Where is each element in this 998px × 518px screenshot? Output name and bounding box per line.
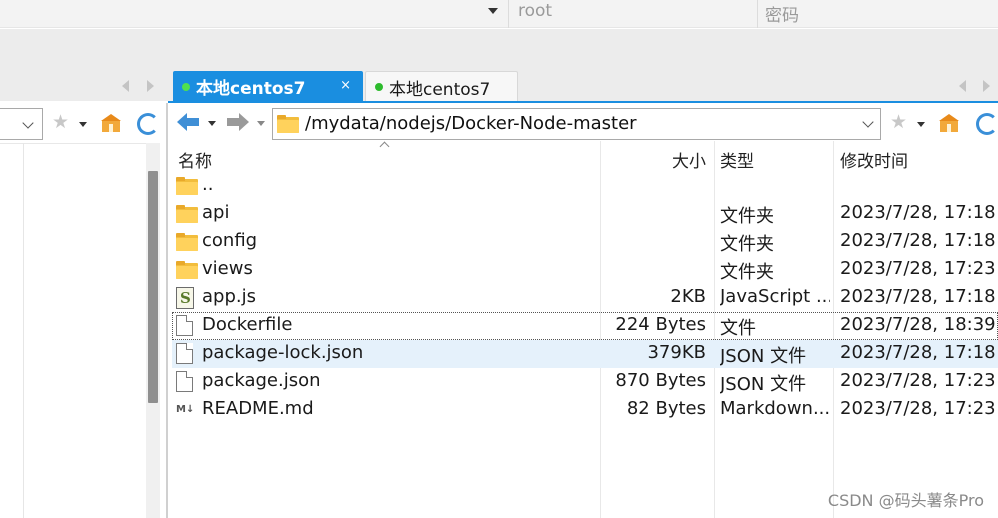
markdown-file-icon: M↓: [176, 404, 195, 415]
column-header-modified[interactable]: 修改时间: [840, 147, 908, 172]
bookmark-star-icon[interactable]: ★: [52, 113, 69, 132]
tab-scroll-right-icon[interactable]: [983, 80, 990, 92]
bookmark-dropdown-icon[interactable]: [917, 122, 925, 127]
file-size: 379KB: [647, 342, 706, 363]
remote-path-input[interactable]: /mydata/nodejs/Docker-Node-master: [305, 113, 637, 134]
column-header-name[interactable]: 名称: [178, 147, 212, 172]
file-modified: 2023/7/28, 17:18: [840, 230, 996, 251]
file-type: JSON 文件: [720, 374, 807, 395]
file-name: package-lock.json: [202, 342, 364, 363]
home-folder-icon[interactable]: [939, 114, 959, 132]
file-size: 870 Bytes: [615, 370, 706, 391]
remote-path-combo[interactable]: /mydata/nodejs/Docker-Node-master: [272, 108, 881, 140]
username-field[interactable]: root: [518, 1, 552, 21]
file-icon: [176, 343, 193, 364]
file-name: README.md: [202, 398, 314, 419]
file-name: app.js: [202, 286, 256, 307]
forward-history-dropdown-icon[interactable]: [257, 121, 265, 126]
file-icon: [176, 371, 193, 392]
refresh-icon[interactable]: [137, 113, 159, 135]
file-name: package.json: [202, 370, 321, 391]
tab-label: 本地centos7: [196, 79, 306, 99]
tab-session-1[interactable]: 本地centos7 ×: [173, 71, 363, 102]
folder-icon: [176, 205, 198, 223]
file-row-parent[interactable]: ..: [172, 172, 998, 200]
file-type: 文件: [720, 318, 756, 339]
forward-arrow-icon[interactable]: [227, 113, 249, 131]
file-row-config[interactable]: config 文件夹 2023/7/28, 17:18: [172, 228, 998, 256]
folder-icon: [176, 177, 198, 195]
file-modified: 2023/7/28, 17:23: [840, 370, 996, 391]
tab-session-2[interactable]: 本地centos7: [365, 71, 518, 102]
file-size: 82 Bytes: [626, 398, 706, 419]
file-name: config: [202, 230, 258, 251]
file-type: Markdown...: [720, 398, 830, 419]
connected-status-icon: [182, 82, 190, 91]
file-type: JSON 文件: [720, 346, 807, 367]
bookmark-star-icon[interactable]: ★: [890, 113, 907, 132]
file-type: 文件夹: [720, 206, 774, 227]
sort-ascending-icon: [379, 141, 390, 152]
file-type: 文件夹: [720, 234, 774, 255]
tab-label: 本地centos7: [389, 79, 491, 100]
file-name: ..: [202, 174, 214, 195]
local-pane: ★: [0, 103, 166, 518]
tab-underline: [168, 101, 998, 103]
file-row-api[interactable]: api 文件夹 2023/7/28, 17:18: [172, 200, 998, 228]
file-row-package-json[interactable]: package.json 870 Bytes JSON 文件 2023/7/28…: [172, 368, 998, 396]
file-modified: 2023/7/28, 18:39: [840, 314, 996, 335]
javascript-file-icon: S: [176, 287, 194, 309]
file-size: 224 Bytes: [615, 314, 706, 335]
chevron-down-icon[interactable]: [862, 116, 874, 128]
file-modified: 2023/7/28, 17:18: [840, 342, 996, 363]
host-dropdown-arrow-icon[interactable]: [488, 8, 498, 14]
refresh-icon[interactable]: [976, 113, 998, 135]
back-history-dropdown-icon[interactable]: [208, 121, 216, 126]
file-name: views: [202, 258, 253, 279]
password-field[interactable]: 密码: [765, 1, 799, 26]
connected-status-icon: [375, 83, 383, 91]
file-modified: 2023/7/28, 17:23: [840, 398, 996, 419]
file-type: JavaScript ...: [720, 286, 830, 307]
file-modified: 2023/7/28, 17:18: [840, 202, 996, 223]
divider: [508, 0, 509, 28]
file-row-dockerfile[interactable]: Dockerfile 224 Bytes 文件 2023/7/28, 18:39: [172, 312, 998, 340]
file-type: 文件夹: [720, 262, 774, 283]
file-row-views[interactable]: views 文件夹 2023/7/28, 17:23: [172, 256, 998, 284]
chevron-down-icon[interactable]: [22, 117, 34, 129]
column-header: [0, 143, 146, 144]
file-modified: 2023/7/28, 17:23: [840, 258, 996, 279]
close-tab-icon[interactable]: ×: [340, 78, 351, 93]
left-pane-tab-scroll-right-icon[interactable]: [147, 80, 154, 92]
file-row-package-lock-json[interactable]: package-lock.json 379KB JSON 文件 2023/7/2…: [172, 340, 998, 368]
folder-icon: [277, 115, 299, 133]
back-arrow-icon[interactable]: [177, 113, 199, 131]
bookmark-dropdown-icon[interactable]: [79, 122, 87, 127]
tab-scroll-left-icon[interactable]: [959, 80, 966, 92]
login-bar: root 密码: [0, 0, 998, 28]
file-modified: 2023/7/28, 17:18: [840, 286, 996, 307]
column-header-size[interactable]: 大小: [672, 147, 706, 172]
home-folder-icon[interactable]: [101, 114, 121, 132]
local-path-combo[interactable]: [0, 108, 43, 140]
pane-splitter[interactable]: [166, 103, 168, 518]
file-row-app-js[interactable]: S app.js 2KB JavaScript ... 2023/7/28, 1…: [172, 284, 998, 312]
column-separator: [23, 143, 24, 518]
left-pane-tab-scroll-left-icon[interactable]: [122, 80, 129, 92]
scrollbar-thumb[interactable]: [148, 171, 158, 403]
divider: [757, 0, 758, 28]
column-header-type[interactable]: 类型: [720, 147, 754, 172]
file-name: api: [202, 202, 230, 223]
folder-icon: [176, 261, 198, 279]
watermark: CSDN @码头薯条Pro: [827, 491, 984, 510]
file-row-readme-md[interactable]: M↓ README.md 82 Bytes Markdown... 2023/7…: [172, 396, 998, 424]
file-icon: [176, 315, 193, 336]
file-name: Dockerfile: [202, 314, 293, 335]
folder-icon: [176, 233, 198, 251]
file-size: 2KB: [670, 286, 706, 307]
